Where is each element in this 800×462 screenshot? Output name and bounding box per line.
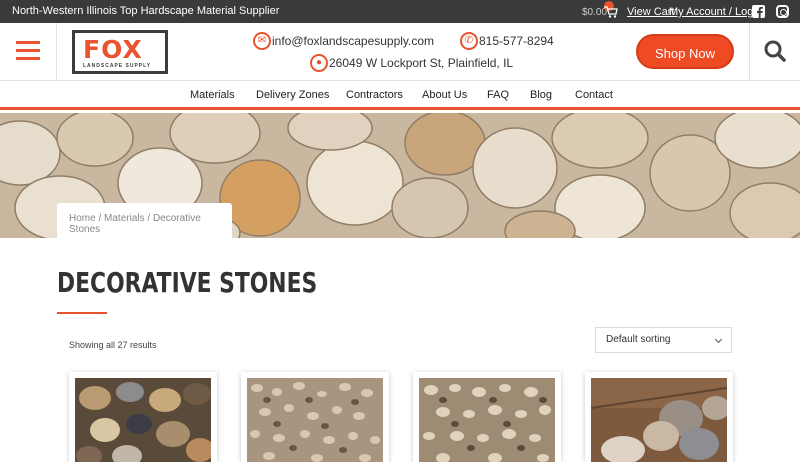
breadcrumb-separator: / [95,213,105,224]
logo-subtext: LANDSCAPE SUPPLY [83,63,152,69]
header-divider [56,23,57,81]
breadcrumb: Home / Materials / Decorative Stones [57,203,232,238]
product-image[interactable] [247,378,383,462]
breadcrumb-materials[interactable]: Materials [104,213,145,224]
email-icon: ✉ [253,32,271,50]
sort-selected-value: Default sorting [606,334,671,345]
phone-icon: ✆ [460,32,478,50]
logo-text: FOX [83,35,143,64]
view-cart-link[interactable]: View Cart [627,6,674,18]
product-card[interactable] [585,372,733,462]
chevron-down-icon [714,335,723,344]
main-nav: Materials Delivery Zones Contractors Abo… [0,82,800,110]
nav-contact[interactable]: Contact [575,89,613,101]
product-card[interactable] [413,372,561,462]
hamburger-icon[interactable] [16,41,40,61]
tagline: North-Western Illinois Top Hardscape Mat… [12,5,280,17]
header-divider [749,23,750,81]
product-image[interactable] [591,378,727,462]
product-card[interactable] [241,372,389,462]
page-title: DECORATIVE STONES [57,266,318,299]
nav-faq[interactable]: FAQ [487,89,509,101]
breadcrumb-home[interactable]: Home [69,213,96,224]
address-link[interactable]: 26049 W Lockport St, Plainfield, IL [329,56,513,70]
product-image[interactable] [419,378,555,462]
nav-about-us[interactable]: About Us [422,89,467,101]
cart-icon[interactable] [604,6,618,18]
nav-blog[interactable]: Blog [530,89,552,101]
sort-select[interactable]: Default sorting [595,327,732,353]
nav-contractors[interactable]: Contractors [346,89,403,101]
product-image[interactable] [75,378,211,462]
nav-delivery-zones[interactable]: Delivery Zones [256,89,329,101]
site-header: FOX LANDSCAPE SUPPLY ✉ info@foxlandscape… [0,23,800,81]
title-underline [57,312,107,314]
shop-now-button[interactable]: Shop Now [636,34,734,69]
my-account-link[interactable]: My Account / Login [669,6,762,18]
email-link[interactable]: info@foxlandscapesupply.com [272,34,434,48]
phone-link[interactable]: 815-577-8294 [479,34,554,48]
facebook-icon[interactable] [752,5,765,19]
nav-materials[interactable]: Materials [190,89,235,101]
logo[interactable]: FOX LANDSCAPE SUPPLY [72,30,168,74]
location-icon: ● [310,54,328,72]
top-bar: North-Western Illinois Top Hardscape Mat… [0,0,800,23]
search-icon[interactable] [764,40,786,62]
breadcrumb-separator: / [144,213,153,224]
product-card[interactable] [69,372,217,462]
results-count: Showing all 27 results [69,340,157,350]
instagram-icon[interactable] [776,5,789,18]
